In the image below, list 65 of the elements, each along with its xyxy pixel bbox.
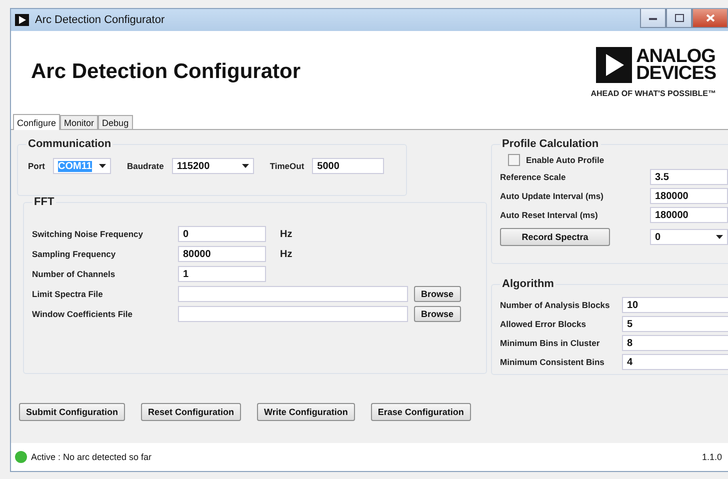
field-label: Reference Scale — [500, 172, 567, 182]
checkbox[interactable] — [508, 154, 520, 166]
input-field[interactable]: 4 — [622, 354, 728, 370]
tagline: AHEAD OF WHAT'S POSSIBLE™ — [590, 88, 716, 98]
group-title: FFT — [33, 196, 56, 208]
app-heading: Arc Detection Configurator — [31, 60, 301, 84]
group-title: Algorithm — [501, 278, 555, 290]
browse-button[interactable]: Browse — [414, 306, 461, 322]
tab[interactable]: Monitor — [60, 115, 98, 129]
field-label: Auto Reset Interval (ms) — [500, 210, 599, 220]
input-field[interactable]: 3.5 — [650, 169, 728, 185]
browse-button[interactable]: Browse — [414, 286, 461, 302]
file-field[interactable] — [178, 286, 408, 302]
input-field[interactable]: 10 — [622, 297, 728, 313]
field-label: Limit Spectra File — [32, 289, 104, 299]
field-label: Minimum Bins in Cluster — [500, 338, 601, 348]
input-field[interactable]: 5000 — [312, 158, 384, 174]
logo-icon — [596, 46, 632, 82]
minimize-icon — [649, 16, 657, 20]
input-field[interactable]: 180000 — [650, 188, 728, 204]
field-label: Number of Analysis Blocks — [500, 300, 611, 310]
input-field[interactable]: 80000 — [178, 246, 266, 262]
input-field[interactable]: 1 — [178, 266, 266, 282]
field-label: Number of Channels — [32, 269, 116, 279]
checkbox-label: Enable Auto Profile — [526, 155, 604, 165]
app-icon — [15, 14, 29, 26]
record-spectra-button[interactable]: Record Spectra — [500, 228, 610, 246]
field-label: TimeOut — [270, 161, 304, 171]
group-title: Communication — [27, 138, 112, 150]
field-label: Auto Update Interval (ms) — [500, 191, 604, 201]
version-label: 1.1.0 — [702, 452, 722, 462]
input-field[interactable]: 5 — [622, 316, 728, 332]
maximize-button[interactable] — [666, 9, 692, 28]
status-text: Active : No arc detected so far — [31, 452, 152, 462]
input-field[interactable]: 0 — [178, 226, 266, 242]
field-label: Switching Noise Frequency — [32, 229, 144, 239]
action-button[interactable]: Erase Configuration — [370, 403, 471, 421]
caret-icon — [99, 164, 106, 168]
unit-label: Hz — [280, 248, 292, 260]
field-label: Window Coefficients File — [32, 309, 134, 319]
tab[interactable]: Debug — [98, 115, 133, 129]
field-label: Minimum Consistent Bins — [500, 357, 606, 367]
field-label: Baudrate — [127, 161, 164, 171]
action-button[interactable]: Reset Configuration — [141, 403, 242, 421]
field-label: Sampling Frequency — [32, 249, 117, 259]
close-icon — [706, 14, 714, 22]
dropdown[interactable]: 115200 — [172, 158, 254, 174]
tab[interactable]: Configure — [13, 114, 60, 130]
input-field[interactable]: 180000 — [650, 207, 728, 223]
maximize-icon — [674, 14, 684, 22]
caret-icon — [716, 235, 723, 239]
caret-icon — [242, 164, 249, 168]
group-title: Profile Calculation — [501, 138, 600, 150]
file-field[interactable] — [178, 306, 408, 322]
minimize-button[interactable] — [640, 9, 666, 28]
input-field[interactable]: 8 — [622, 335, 728, 351]
action-button[interactable]: Write Configuration — [257, 403, 355, 421]
window-title: Arc Detection Configurator — [35, 14, 165, 26]
logo-text: ANALOG DEVICES — [636, 48, 716, 82]
unit-label: Hz — [280, 228, 292, 240]
action-button[interactable]: Submit Configuration — [19, 403, 125, 421]
field-label: Port — [28, 161, 45, 171]
close-button[interactable] — [692, 9, 728, 28]
field-label: Allowed Error Blocks — [500, 319, 587, 329]
dropdown[interactable]: 0 — [650, 229, 728, 245]
